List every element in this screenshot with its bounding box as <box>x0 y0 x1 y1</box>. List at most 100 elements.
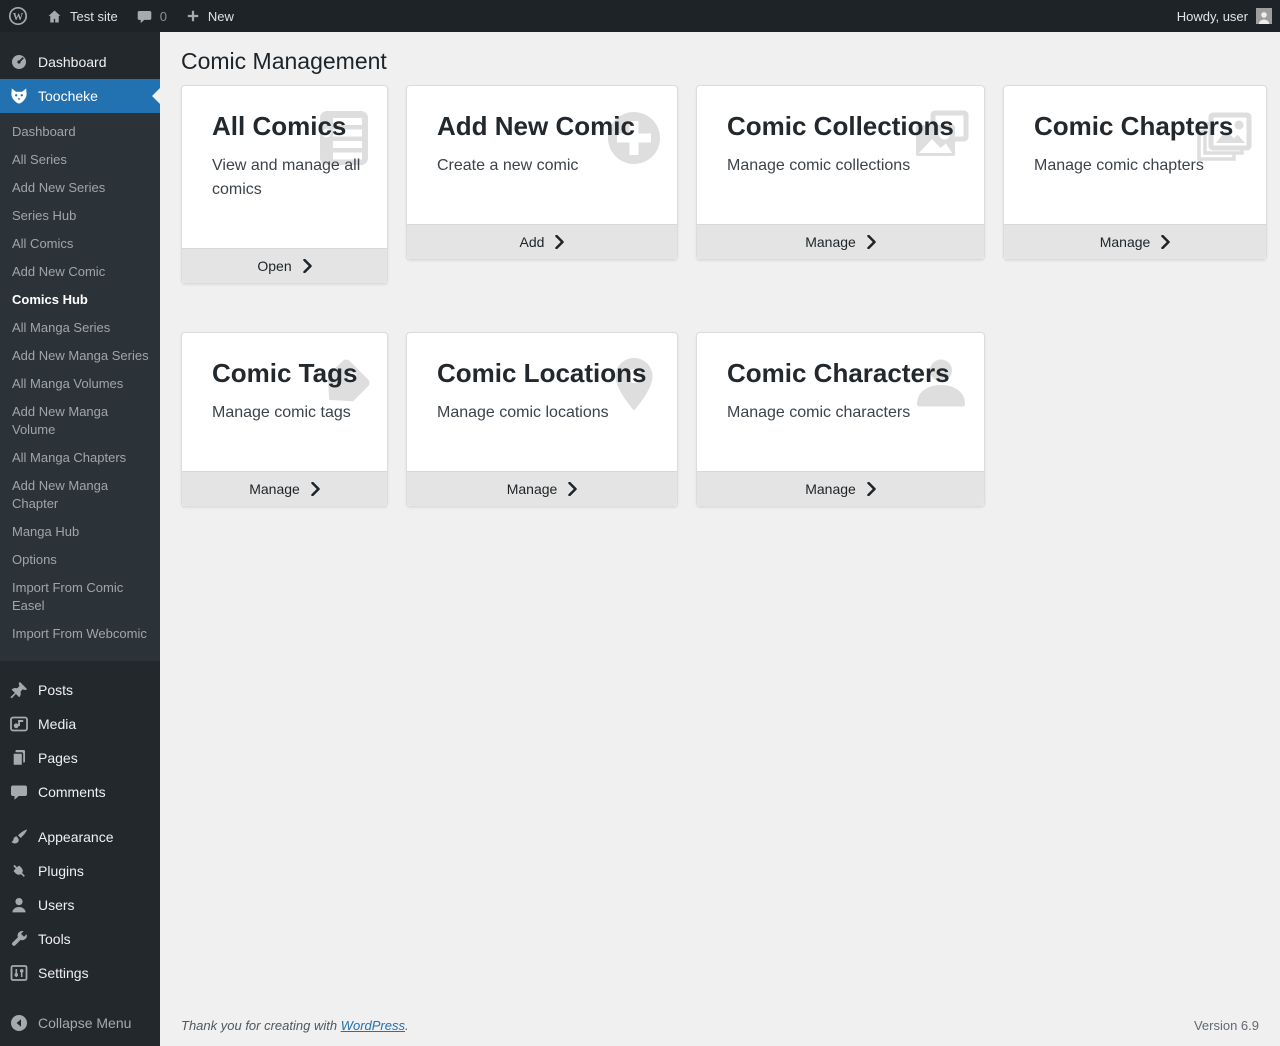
card-action-label: Manage <box>506 481 558 497</box>
card-add-new-comic: Add New Comic Create a new comic Add <box>406 85 678 260</box>
submenu-item-all-series[interactable]: All Series <box>0 146 160 174</box>
submenu-item-add-new-comic[interactable]: Add New Comic <box>0 258 160 286</box>
submenu-item-manga-hub[interactable]: Manga Hub <box>0 518 160 546</box>
chevron-right-icon <box>867 482 876 496</box>
submenu-item-add-new-manga-chapter[interactable]: Add New Manga Chapter <box>0 472 160 518</box>
manage-button[interactable]: Manage <box>407 471 677 506</box>
sidebar-item-label: Pages <box>38 750 78 766</box>
submenu-item-import-from-comic-easel[interactable]: Import From Comic Easel <box>0 574 160 620</box>
sidebar-item-label: Plugins <box>38 863 84 879</box>
submenu-item-add-new-series[interactable]: Add New Series <box>0 174 160 202</box>
plug-icon <box>9 861 29 881</box>
toocheke-submenu: Dashboard All Series Add New Series Series … <box>0 113 160 661</box>
sidebar-item-pages[interactable]: Pages <box>0 741 160 775</box>
sidebar-item-posts[interactable]: Posts <box>0 673 160 707</box>
pages-icon <box>9 748 29 768</box>
sidebar-item-label: Comments <box>38 784 106 800</box>
sidebar-item-comments[interactable]: Comments <box>0 775 160 809</box>
submenu-item-dashboard[interactable]: Dashboard <box>0 118 160 146</box>
wrench-icon <box>9 929 29 949</box>
sidebar-item-label: Users <box>38 897 75 913</box>
manage-button[interactable]: Manage <box>697 471 984 506</box>
site-name-link[interactable]: Test site <box>37 0 127 32</box>
submenu-item-series-hub[interactable]: Series Hub <box>0 202 160 230</box>
submenu-item-options[interactable]: Options <box>0 546 160 574</box>
comment-bubble-icon <box>136 8 153 25</box>
pin-icon <box>9 680 29 700</box>
submenu-item-import-from-webcomic[interactable]: Import From Webcomic <box>0 620 160 648</box>
comment-icon <box>9 782 29 802</box>
submenu-item-all-comics[interactable]: All Comics <box>0 230 160 258</box>
manage-button[interactable]: Manage <box>697 224 984 259</box>
card-title: Add New Comic <box>437 111 635 141</box>
card-action-label: Manage <box>1099 234 1151 250</box>
avatar <box>1256 8 1272 24</box>
sidebar-item-label: Media <box>38 716 77 732</box>
collapse-menu-button[interactable]: Collapse Menu <box>0 1006 160 1040</box>
chevron-right-icon <box>568 482 578 496</box>
brush-icon <box>9 827 29 847</box>
thanks-prefix: Thank you for creating with <box>181 1018 341 1033</box>
card-action-label: Manage <box>805 481 856 497</box>
wordpress-link[interactable]: WordPress <box>341 1018 405 1033</box>
card-comic-locations: Comic Locations Manage comic locations Man… <box>406 332 678 507</box>
add-button[interactable]: Add <box>407 224 677 259</box>
sidebar-item-plugins[interactable]: Plugins <box>0 854 160 888</box>
chevron-right-icon <box>867 235 876 249</box>
card-all-comics: All Comics View and manage all comics Open <box>181 85 388 284</box>
sidebar-item-media[interactable]: Media <box>0 707 160 741</box>
sidebar-menu-top: Dashboard Toocheke Dashboard All Series Ad… <box>0 32 160 661</box>
card-title: Comic Locations <box>437 358 647 388</box>
howdy-label: Howdy, user <box>1176 8 1248 24</box>
account-menu[interactable]: Howdy, user <box>1177 8 1272 24</box>
sidebar-item-tools[interactable]: Tools <box>0 922 160 956</box>
submenu-item-add-new-manga-series[interactable]: Add New Manga Series <box>0 342 160 370</box>
chevron-right-icon <box>555 235 565 249</box>
admin-bar-right: Howdy, user <box>1177 8 1280 24</box>
sidebar-item-label: Tools <box>38 931 71 947</box>
submenu-item-all-manga-series[interactable]: All Manga Series <box>0 314 160 342</box>
submenu-item-comics-hub[interactable]: Comics Hub <box>0 286 160 314</box>
comments-count: 0 <box>159 8 167 24</box>
sidebar-item-dashboard[interactable]: Dashboard <box>0 45 160 79</box>
card-title: Comic Chapters <box>1034 111 1234 141</box>
card-body: Add New Comic Create a new comic <box>407 86 677 224</box>
wordpress-logo-menu[interactable]: W <box>0 0 37 32</box>
sidebar-item-users[interactable]: Users <box>0 888 160 922</box>
new-content-link[interactable]: New <box>176 0 243 32</box>
card-title: Comic Tags <box>212 358 358 388</box>
sidebar-item-toocheke[interactable]: Toocheke <box>0 79 160 113</box>
sidebar-item-label: Appearance <box>38 829 114 845</box>
submenu-item-add-new-manga-volume[interactable]: Add New Manga Volume <box>0 398 160 444</box>
card-action-label: Add <box>519 234 545 250</box>
card-title: Comic Characters <box>727 358 950 388</box>
card-body: All Comics View and manage all comics <box>182 86 387 248</box>
svg-text:W: W <box>13 12 24 23</box>
comments-link[interactable]: 0 <box>127 0 176 32</box>
chevron-right-icon <box>1161 235 1171 249</box>
sidebar-menu-bottom: Posts Media Pages Comments Appearance Plugins… <box>0 673 160 990</box>
content-area: Comic Management All Comics View and mana… <box>160 32 1280 1046</box>
page-title: Comic Management <box>181 48 387 74</box>
collapse-menu-label: Collapse Menu <box>38 1015 132 1031</box>
manage-button[interactable]: Manage <box>1004 224 1266 259</box>
new-label: New <box>207 8 234 24</box>
submenu-item-all-manga-volumes[interactable]: All Manga Volumes <box>0 370 160 398</box>
card-comic-chapters: Comic Chapters Manage comic chapters Manag… <box>1003 85 1267 260</box>
card-body: Comic Characters Manage comic characters <box>697 333 984 471</box>
open-button[interactable]: Open <box>182 248 387 283</box>
card-comic-tags: Comic Tags Manage comic tags Manage <box>181 332 388 507</box>
sidebar-item-settings[interactable]: Settings <box>0 956 160 990</box>
card-action-label: Open <box>257 258 292 274</box>
manage-button[interactable]: Manage <box>182 471 387 506</box>
card-body: Comic Locations Manage comic locations <box>407 333 677 471</box>
card-subtitle: Manage comic characters <box>727 404 911 421</box>
content-footer: Thank you for creating with WordPress. V… <box>181 1018 1259 1046</box>
submenu-item-all-manga-chapters[interactable]: All Manga Chapters <box>0 444 160 472</box>
admin-bar: W Test site 0 New Howdy, user <box>0 0 1280 32</box>
sidebar-item-appearance[interactable]: Appearance <box>0 820 160 854</box>
card-subtitle: Manage comic locations <box>437 404 609 421</box>
card-subtitle: Manage comic chapters <box>1034 157 1204 174</box>
card-subtitle: Create a new comic <box>437 157 579 174</box>
chevron-right-icon <box>311 482 320 496</box>
